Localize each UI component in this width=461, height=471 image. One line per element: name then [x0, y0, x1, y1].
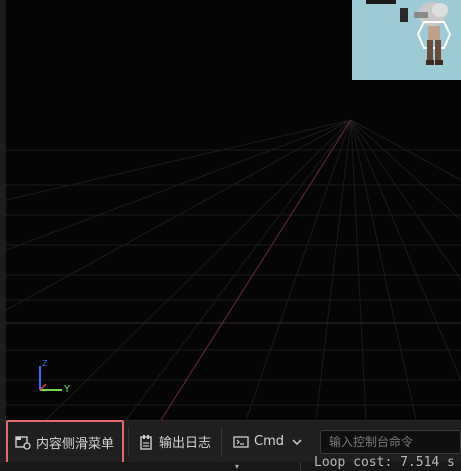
terminal-icon [232, 433, 250, 451]
axis-gizmo: Y Z [36, 359, 86, 402]
status-divider [300, 462, 301, 471]
output-log-button[interactable]: 输出日志 [133, 424, 217, 460]
content-drawer-button[interactable]: 内容侧滑菜单 [6, 420, 125, 464]
axis-z-label: Z [42, 359, 48, 368]
editor-window: Y Z 内容侧滑菜单 输出日志 Cmd 输入控制台命令 ▾ Loop cost:… [0, 0, 461, 471]
cmd-dropdown[interactable]: Cmd [226, 424, 312, 460]
loop-cost-text: Loop cost: 7.514 s [314, 455, 455, 470]
console-placeholder: 输入控制台命令 [329, 435, 414, 449]
output-log-label: 输出日志 [159, 436, 212, 451]
toolbar-separator [221, 426, 223, 457]
level-viewport[interactable]: Y Z [6, 0, 461, 420]
toolbar-separator [128, 426, 130, 457]
chevron-down-icon [288, 433, 306, 451]
output-log-icon [137, 433, 155, 451]
resize-handle-icon[interactable]: ▾ [227, 462, 247, 471]
content-drawer-label: 内容侧滑菜单 [36, 436, 115, 452]
character-figure-icon [352, 0, 461, 80]
console-command-input[interactable]: 输入控制台命令 [320, 429, 461, 454]
cmd-label: Cmd [254, 434, 285, 449]
axis-y-label: Y [64, 384, 71, 395]
camera-preview-thumbnail [352, 0, 461, 80]
content-drawer-icon [14, 433, 32, 451]
